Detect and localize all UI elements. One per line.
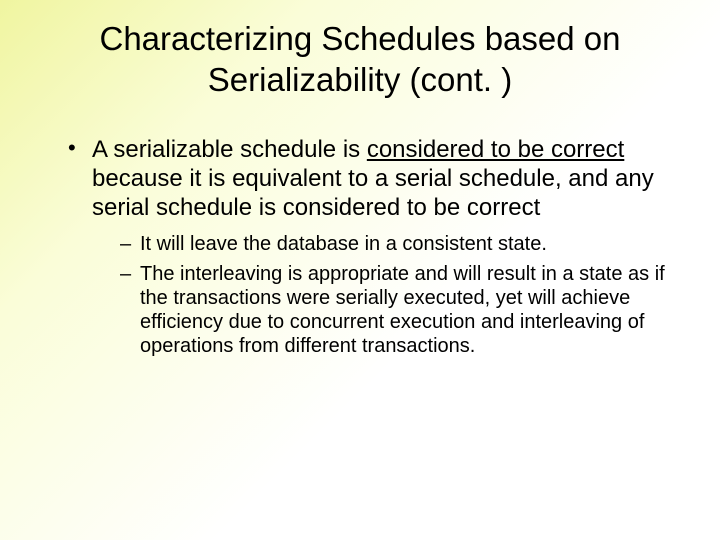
bullet-1-text-post: because it is equivalent to a serial sch… bbox=[92, 165, 654, 221]
slide: Characterizing Schedules based on Serial… bbox=[0, 0, 720, 540]
bullet-item-1: A serializable schedule is considered to… bbox=[68, 135, 680, 359]
slide-title: Characterizing Schedules based on Serial… bbox=[40, 18, 680, 101]
sub-bullet-1: It will leave the database in a consiste… bbox=[120, 232, 680, 256]
bullet-1-text-underlined: considered to be correct bbox=[367, 136, 624, 163]
sub-bullet-list: It will leave the database in a consiste… bbox=[92, 232, 680, 358]
bullet-1-text-pre: A serializable schedule is bbox=[92, 136, 367, 163]
bullet-list: A serializable schedule is considered to… bbox=[40, 135, 680, 359]
sub-bullet-2: The interleaving is appropriate and will… bbox=[120, 262, 680, 358]
